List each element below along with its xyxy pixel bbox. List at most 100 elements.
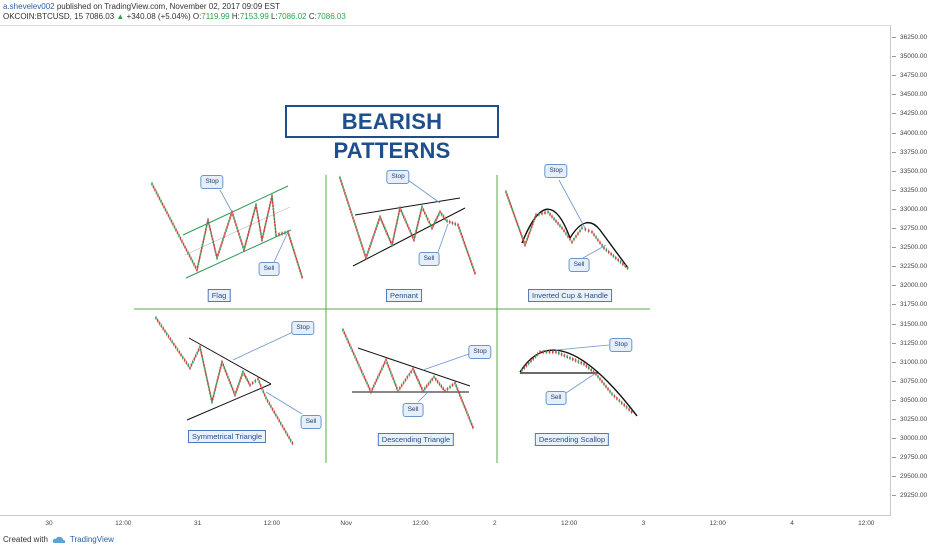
pennant-candle: [399, 206, 401, 210]
cup-handle-candle: [603, 246, 605, 250]
pennant-candle: [368, 248, 370, 251]
cup-handle-candle: [517, 226, 520, 229]
cup-handle-candle: [512, 211, 515, 214]
flag-candle: [266, 213, 269, 217]
cup-handle-candle: [528, 231, 531, 235]
sym-triangle-candle: [288, 436, 290, 439]
desc-triangle-candle: [456, 387, 459, 391]
sym-triangle-candle: [266, 399, 269, 403]
flag-candle: [181, 240, 183, 243]
callout-sell-desc-scallop: Sell: [545, 391, 567, 405]
sym-triangle-candle: [211, 400, 213, 404]
pennant-candle: [391, 243, 393, 247]
desc-triangle-candle: [402, 381, 405, 384]
sym-triangle-candle: [242, 370, 244, 374]
flag-candle: [198, 259, 200, 262]
pattern-label-flag: Flag: [207, 289, 231, 302]
desc-triangle-candle: [408, 373, 411, 376]
pennant-candle: [439, 210, 441, 214]
callout-stop-cup-handle: Stop: [544, 164, 568, 178]
sym-triangle-candle: [270, 405, 272, 408]
cup-handle-candle: [529, 228, 532, 232]
pennant-candle: [396, 219, 399, 222]
sym-triangle-candle: [237, 385, 239, 388]
cup-handle-candle: [555, 219, 557, 223]
pennant-candle: [454, 222, 457, 226]
flag-candle: [290, 242, 293, 246]
flag-candle: [221, 241, 223, 244]
flag-candle: [295, 257, 298, 261]
flag-stop-pointer: [219, 189, 233, 213]
sym-triangle-candle: [243, 373, 246, 376]
pennant-candle: [366, 253, 368, 257]
cup-handle-candle: [544, 211, 546, 214]
desc-triangle-candle: [387, 365, 390, 368]
desc-triangle-candle: [429, 380, 432, 383]
footer-tradingview-link[interactable]: TradingView: [70, 535, 114, 544]
sym-triangle-candle: [268, 402, 271, 405]
desc-triangle-candle: [419, 384, 422, 387]
pennant-candle: [458, 226, 460, 230]
sym-triangle-candle: [169, 337, 172, 341]
pennant-candle: [432, 224, 435, 227]
cup-handle-candle: [573, 238, 575, 241]
sym-triangle-candle: [156, 319, 159, 322]
scallop-candle: [577, 360, 580, 363]
flag-candle: [210, 234, 213, 238]
sym-triangle-candle: [208, 388, 211, 391]
desc-triangle-candle: [413, 370, 416, 373]
desc-triangle-candle: [451, 383, 454, 387]
pennant-candle: [343, 189, 345, 192]
pennant-sell-pointer: [436, 223, 449, 256]
flag-candle: [274, 224, 276, 227]
desc-triangle-candle: [449, 385, 451, 389]
sym-triangle-candle: [261, 387, 263, 390]
flag-candle: [271, 198, 274, 201]
sym-triangle-candle: [265, 396, 267, 400]
flag-candle: [194, 265, 197, 269]
sym-triangle-candle: [215, 382, 218, 385]
pennant-candle: [359, 238, 361, 241]
cup-handle-candle: [601, 244, 603, 247]
sym-triangle-candle: [174, 345, 177, 349]
cup-handle-candle: [549, 213, 551, 216]
cup-handle-candle: [535, 213, 537, 217]
cup-handle-candle: [505, 190, 507, 194]
pattern-label-descending-triangle: Descending Triangle: [377, 433, 455, 446]
desc-triangle-candle: [378, 373, 380, 376]
flag-candle: [278, 233, 280, 236]
flag-candle: [257, 216, 259, 219]
sym-triangle-candle: [178, 351, 181, 354]
flag-candle: [261, 235, 264, 239]
sym-triangle-candle: [271, 408, 274, 411]
pennant-candle: [357, 232, 359, 235]
pennant-upper-line: [354, 197, 461, 216]
pennant-candle: [405, 221, 408, 224]
pennant-candle: [442, 215, 445, 218]
pennant-candle: [428, 220, 430, 224]
pennant-candle: [360, 241, 362, 244]
sym-triangle-candle: [193, 357, 196, 361]
cup-handle-candle: [617, 258, 619, 262]
desc-triangle-candle: [431, 378, 433, 381]
flag-candle: [190, 257, 192, 260]
desc-triangle-candle: [418, 381, 421, 384]
pennant-candle: [363, 250, 365, 254]
flag-candle: [172, 222, 174, 226]
sym-triangle-candle: [284, 430, 287, 434]
sym-triangle-candle: [286, 433, 289, 436]
pennant-candle: [440, 213, 443, 216]
desc-triangle-candle: [396, 386, 398, 390]
sym-triangle-candle: [217, 376, 219, 379]
sym-triangle-candle: [227, 375, 229, 379]
flag-candle: [242, 245, 244, 249]
desc-triangle-candle: [469, 419, 472, 423]
flag-candle: [265, 219, 268, 223]
cup-handle-candle: [565, 232, 567, 235]
callout-stop-sym-triangle: Stop: [291, 321, 315, 335]
pennant-candle: [472, 265, 474, 269]
flag-candle: [272, 207, 275, 211]
flag-candle: [217, 253, 219, 257]
flag-candle: [235, 223, 237, 226]
scallop-candle: [588, 366, 590, 370]
